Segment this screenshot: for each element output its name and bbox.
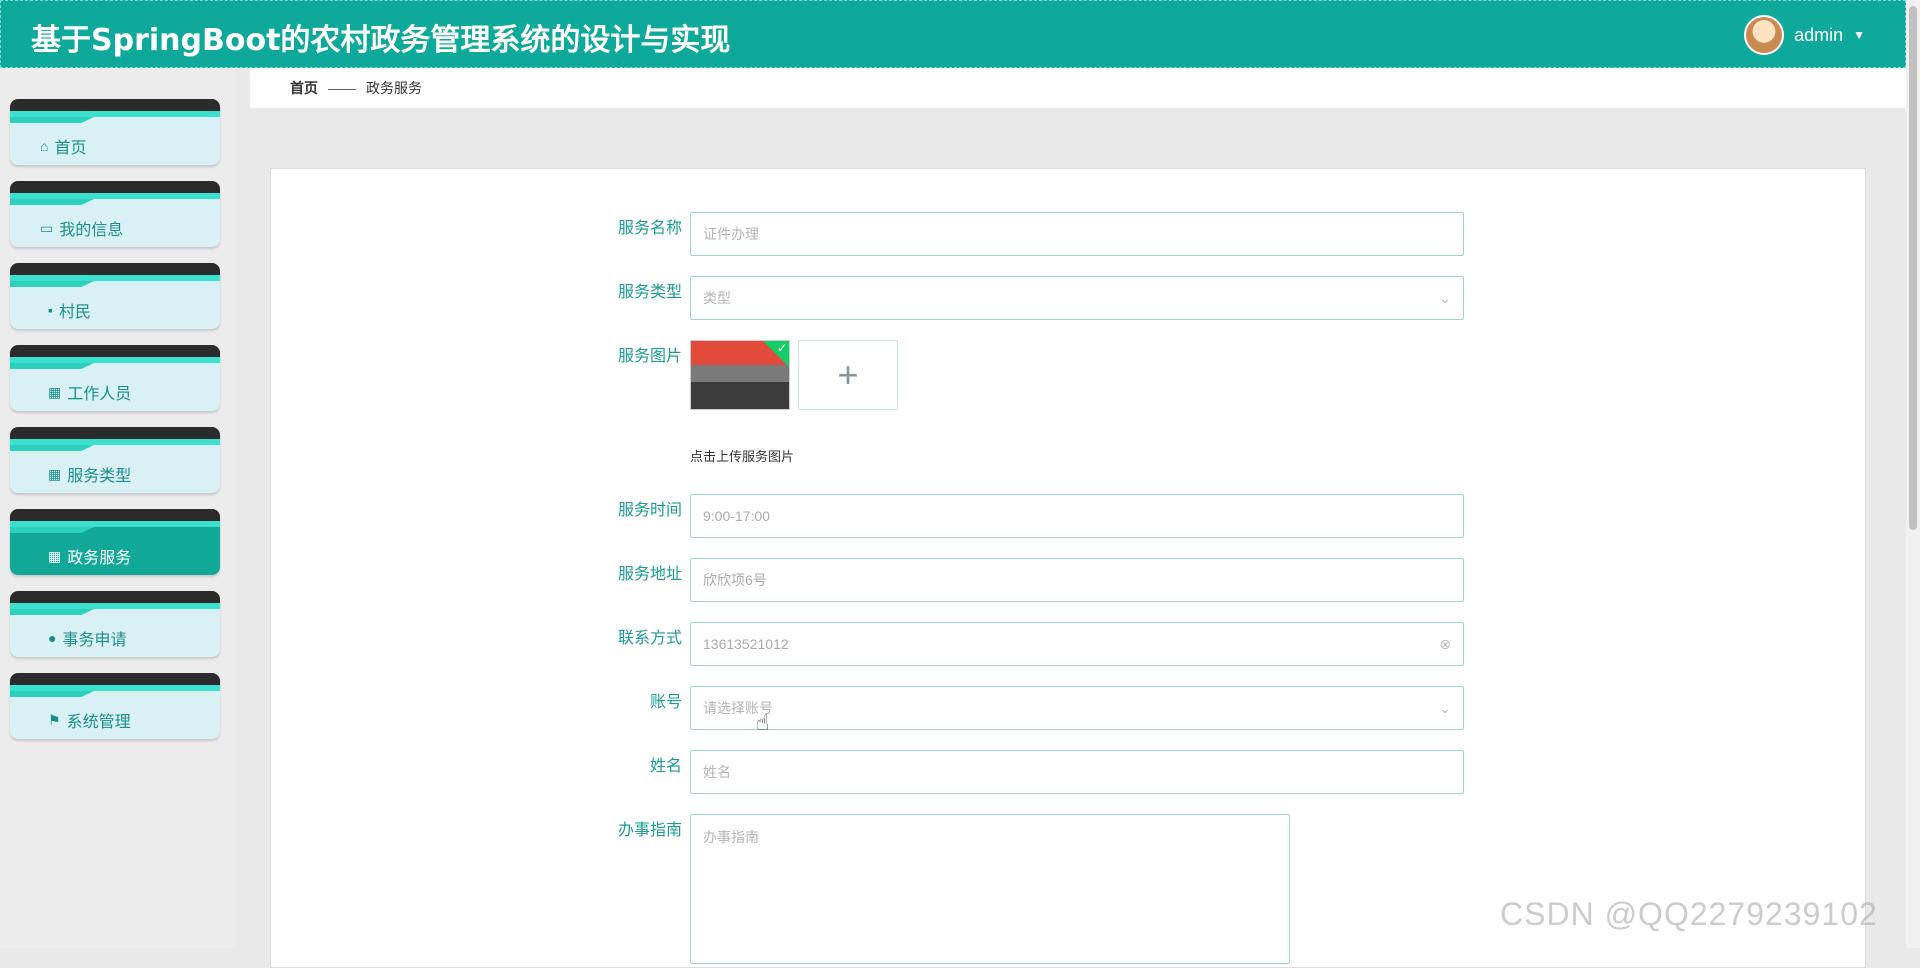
service-time-label: 服务时间 bbox=[617, 502, 682, 519]
watermark: CSDN @QQ2279239102 bbox=[1500, 896, 1878, 932]
upload-hint: 点击上传服务图片 bbox=[690, 449, 795, 464]
service-address-input[interactable]: 欣欣项6号 bbox=[690, 558, 1464, 602]
breadcrumb: 首页 —— 政务服务 bbox=[250, 68, 1906, 108]
chat-icon: ▪ bbox=[48, 302, 53, 318]
contact-input[interactable]: 13613521012 ⊗ bbox=[690, 622, 1464, 666]
upload-button[interactable]: + bbox=[798, 340, 898, 410]
sidebar-item-service-types[interactable]: ▦ 服务类型 bbox=[10, 427, 220, 493]
caret-down-icon[interactable]: ▼ bbox=[1853, 28, 1865, 42]
contact-label: 联系方式 bbox=[617, 630, 682, 647]
sidebar-item-applications[interactable]: ● 事务申请 bbox=[10, 591, 220, 657]
hand-cursor-icon: ☝ bbox=[756, 710, 770, 735]
breadcrumb-separator: —— bbox=[328, 80, 356, 96]
sidebar-item-staff[interactable]: ▦ 工作人员 bbox=[10, 345, 220, 411]
card-icon: ▭ bbox=[40, 219, 54, 236]
sidebar-item-gov-services[interactable]: ▦ 政务服务 bbox=[10, 509, 220, 575]
vertical-scrollbar[interactable] bbox=[1906, 0, 1920, 948]
sidebar-item-label: 事务申请 bbox=[62, 632, 127, 649]
service-address-label: 服务地址 bbox=[617, 566, 682, 583]
service-name-input[interactable]: 证件办理 bbox=[690, 212, 1464, 256]
service-type-label: 服务类型 bbox=[617, 284, 682, 301]
service-name-placeholder: 证件办理 bbox=[703, 226, 759, 242]
service-address-value: 欣欣项6号 bbox=[703, 572, 767, 588]
chevron-down-icon: ⌄ bbox=[1439, 699, 1451, 716]
sidebar-item-my-info[interactable]: ▭ 我的信息 bbox=[10, 181, 220, 247]
name-label: 姓名 bbox=[649, 758, 682, 775]
sidebar-item-label: 我的信息 bbox=[59, 222, 124, 239]
avatar[interactable] bbox=[1744, 15, 1785, 55]
service-type-placeholder: 类型 bbox=[703, 290, 731, 306]
home-icon: ⌂ bbox=[40, 138, 49, 154]
breadcrumb-current: 政务服务 bbox=[366, 80, 422, 96]
account-label: 账号 bbox=[649, 694, 682, 711]
sidebar-item-label: 工作人员 bbox=[67, 386, 132, 403]
breadcrumb-home[interactable]: 首页 bbox=[290, 78, 318, 98]
check-icon: ✓ bbox=[776, 341, 787, 355]
scrollbar-thumb[interactable] bbox=[1909, 6, 1917, 530]
service-time-value: 9:00-17:00 bbox=[703, 508, 770, 524]
sidebar-item-label: 政务服务 bbox=[67, 550, 132, 567]
sidebar-item-system[interactable]: ⚑ 系统管理 bbox=[10, 673, 220, 739]
name-input[interactable]: 姓名 bbox=[690, 750, 1464, 794]
sidebar-item-label: 系统管理 bbox=[66, 714, 131, 731]
service-type-select[interactable]: 类型 ⌄ bbox=[690, 276, 1464, 320]
user-menu[interactable]: admin ▼ bbox=[1744, 13, 1865, 57]
contact-value: 13613521012 bbox=[703, 636, 789, 652]
name-placeholder: 姓名 bbox=[703, 764, 731, 780]
sidebar-item-home[interactable]: ⌂ 首页 bbox=[10, 99, 220, 165]
grid-icon: ▦ bbox=[48, 547, 62, 564]
sidebar-item-villagers[interactable]: ▪ 村民 bbox=[10, 263, 220, 329]
username[interactable]: admin bbox=[1794, 25, 1843, 46]
plus-icon: + bbox=[837, 354, 859, 395]
service-time-input[interactable]: 9:00-17:00 bbox=[690, 494, 1464, 538]
app-header: 基于SpringBoot的农村政务管理系统的设计与实现 admin ▼ bbox=[0, 0, 1906, 68]
service-name-label: 服务名称 bbox=[617, 220, 682, 237]
chevron-down-icon: ⌄ bbox=[1439, 289, 1451, 306]
sidebar-item-label: 首页 bbox=[54, 140, 87, 157]
uploaded-image-thumbnail[interactable]: ✓ bbox=[690, 340, 790, 410]
sidebar-item-label: 村民 bbox=[58, 304, 91, 321]
grid-icon: ▦ bbox=[48, 383, 62, 400]
app-title: 基于SpringBoot的农村政务管理系统的设计与实现 bbox=[31, 23, 731, 58]
sidebar-item-label: 服务类型 bbox=[67, 468, 132, 485]
flag-icon: ⚑ bbox=[48, 711, 61, 728]
guide-label: 办事指南 bbox=[617, 822, 682, 839]
guide-textarea[interactable]: 办事指南 bbox=[690, 814, 1290, 964]
pin-icon: ● bbox=[48, 630, 57, 646]
clear-icon[interactable]: ⊗ bbox=[1439, 636, 1451, 653]
account-select[interactable]: 请选择账号 ⌄ bbox=[690, 686, 1464, 730]
guide-placeholder: 办事指南 bbox=[703, 829, 759, 845]
service-image-label: 服务图片 bbox=[617, 348, 682, 365]
sidebar: ⌂ 首页 ▭ 我的信息 ▪ 村民 ▦ 工作人员 ▦ 服务类型 ▦ 政务服务 ● … bbox=[0, 68, 236, 948]
grid-icon: ▦ bbox=[48, 465, 62, 482]
